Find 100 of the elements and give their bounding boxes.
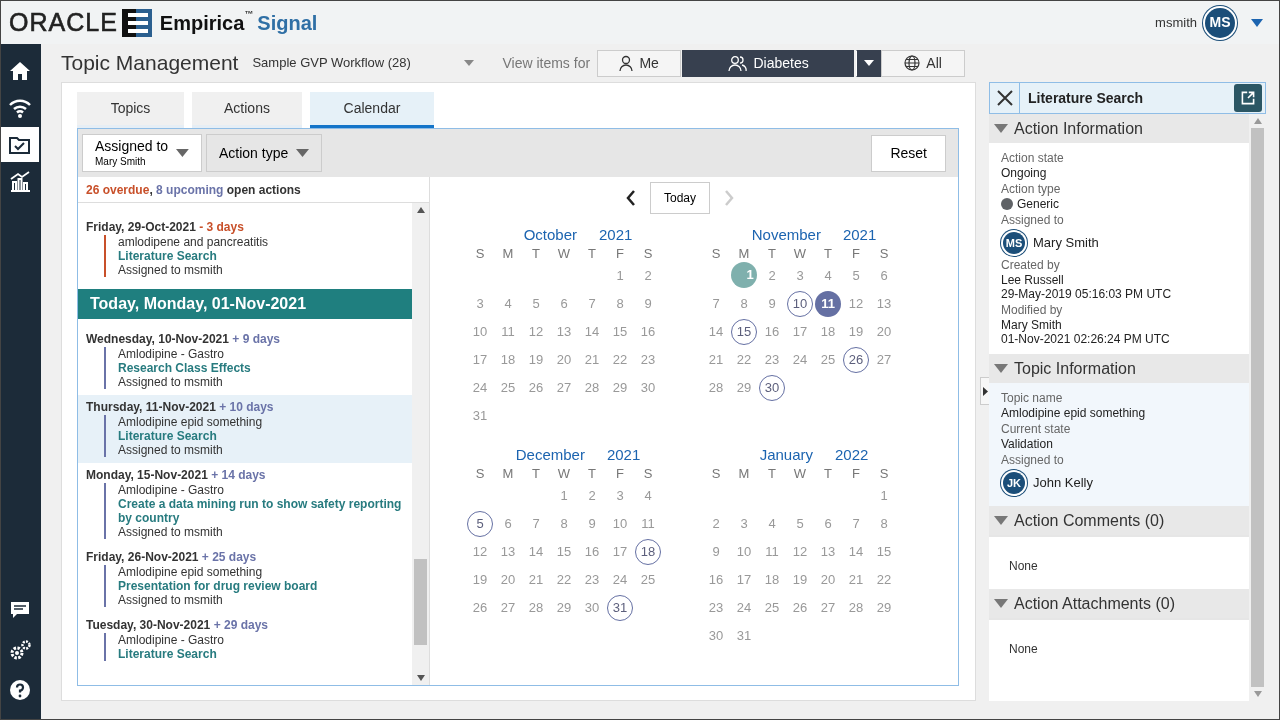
calendar-day[interactable]: 5 bbox=[787, 511, 813, 537]
calendar-day[interactable]: 25 bbox=[635, 567, 661, 593]
calendar-day[interactable]: 24 bbox=[787, 347, 813, 373]
calendar-day[interactable]: 19 bbox=[843, 319, 869, 345]
calendar-day[interactable]: 23 bbox=[759, 347, 785, 373]
calendar-day[interactable]: 27 bbox=[815, 595, 841, 621]
calendar-day[interactable]: 21 bbox=[523, 567, 549, 593]
calendar-day[interactable]: 3 bbox=[467, 291, 493, 317]
calendar-day[interactable]: 10 bbox=[607, 511, 633, 537]
calendar-day[interactable]: 4 bbox=[759, 511, 785, 537]
calendar-day[interactable]: 17 bbox=[607, 539, 633, 565]
tab[interactable]: Actions bbox=[192, 92, 302, 128]
calendar-day[interactable]: 10 bbox=[731, 539, 757, 565]
calendar-day[interactable]: 13 bbox=[871, 291, 897, 317]
calendar-day[interactable]: 17 bbox=[467, 347, 493, 373]
calendar-day[interactable]: 9 bbox=[579, 511, 605, 537]
event-action-link[interactable]: Literature Search bbox=[118, 249, 412, 263]
calendar-day[interactable]: 16 bbox=[579, 539, 605, 565]
tab[interactable]: Topics bbox=[77, 92, 184, 128]
calendar-day[interactable]: 9 bbox=[635, 291, 661, 317]
event-action-link[interactable]: Literature Search bbox=[118, 429, 412, 443]
calendar-day[interactable]: 28 bbox=[523, 595, 549, 621]
calendar-day[interactable]: 22 bbox=[731, 347, 757, 373]
calendar-day[interactable]: 6 bbox=[815, 511, 841, 537]
calendar-day[interactable]: 22 bbox=[871, 567, 897, 593]
calendar-day[interactable]: 16 bbox=[635, 319, 661, 345]
calendar-day[interactable]: 31 bbox=[467, 403, 493, 429]
calendar-day[interactable]: 12 bbox=[843, 291, 869, 317]
calendar-day[interactable]: 19 bbox=[787, 567, 813, 593]
reset-button[interactable]: Reset bbox=[871, 134, 946, 172]
calendar-day[interactable]: 24 bbox=[607, 567, 633, 593]
section-header[interactable]: Action Attachments (0) bbox=[989, 589, 1249, 618]
calendar-day[interactable]: 1 bbox=[871, 483, 897, 509]
user-name[interactable]: msmith bbox=[1155, 12, 1197, 33]
calendar-day[interactable]: 24 bbox=[731, 595, 757, 621]
calendar-day[interactable]: 27 bbox=[551, 375, 577, 401]
section-header[interactable]: Topic Information bbox=[989, 354, 1249, 383]
calendar-day[interactable]: 29 bbox=[607, 375, 633, 401]
calendar-day[interactable]: 21 bbox=[843, 567, 869, 593]
calendar-day[interactable]: 14 bbox=[843, 539, 869, 565]
dropdown-caret-button[interactable] bbox=[856, 49, 882, 77]
calendar-day[interactable]: 28 bbox=[579, 375, 605, 401]
calendar-day[interactable]: 24 bbox=[467, 375, 493, 401]
calendar-day[interactable]: 7 bbox=[579, 291, 605, 317]
calendar-day[interactable]: 6 bbox=[551, 291, 577, 317]
selected-event-row[interactable]: Thursday, 11-Nov-2021 + 10 days Amlodipine epid something Literature Search Assigned to msmith bbox=[78, 395, 412, 463]
calendar-day[interactable]: 30 bbox=[635, 375, 661, 401]
calendar-day[interactable]: 29 bbox=[551, 595, 577, 621]
calendar-day[interactable]: 5 bbox=[523, 291, 549, 317]
calendar-day[interactable]: 9 bbox=[703, 539, 729, 565]
calendar-day[interactable]: 11 bbox=[759, 539, 785, 565]
workflow-dropdown[interactable]: Sample GVP Workflow (28) bbox=[252, 53, 475, 73]
calendar-day[interactable]: 4 bbox=[635, 483, 661, 509]
calendar-day[interactable]: 13 bbox=[815, 539, 841, 565]
calendar-day[interactable]: 20 bbox=[815, 567, 841, 593]
folder-check-icon[interactable] bbox=[1, 127, 39, 162]
calendar-day[interactable]: 10 bbox=[467, 319, 493, 345]
calendar-day[interactable]: 28 bbox=[703, 375, 729, 401]
calendar-day[interactable]: 4 bbox=[815, 263, 841, 289]
scrollbar[interactable] bbox=[412, 203, 429, 685]
calendar-day[interactable]: 26 bbox=[787, 595, 813, 621]
calendar-day[interactable]: 25 bbox=[759, 595, 785, 621]
calendar-day[interactable]: 8 bbox=[871, 511, 897, 537]
marked-day[interactable]: 1 bbox=[731, 262, 757, 288]
caret-icon[interactable] bbox=[1251, 18, 1263, 27]
calendar-day[interactable]: 21 bbox=[703, 347, 729, 373]
calendar-day[interactable]: 20 bbox=[871, 319, 897, 345]
calendar-day[interactable]: 18 bbox=[495, 347, 521, 373]
view-option-button[interactable]: Diabetes bbox=[682, 49, 855, 77]
calendar-day[interactable]: 16 bbox=[759, 319, 785, 345]
calendar-day[interactable]: 20 bbox=[495, 567, 521, 593]
calendar-day[interactable]: 12 bbox=[523, 319, 549, 345]
calendar-day[interactable]: 27 bbox=[871, 347, 897, 373]
calendar-day[interactable]: 5 bbox=[843, 263, 869, 289]
calendar-day[interactable]: 14 bbox=[703, 319, 729, 345]
calendar-day[interactable]: 19 bbox=[467, 567, 493, 593]
event-action-link[interactable]: Create a data mining run to show safety reporting by country bbox=[118, 497, 412, 525]
calendar-day[interactable]: 3 bbox=[607, 483, 633, 509]
calendar-day[interactable]: 23 bbox=[703, 595, 729, 621]
calendar-day[interactable]: 15 bbox=[607, 319, 633, 345]
view-option-button[interactable]: All bbox=[881, 49, 966, 77]
calendar-day[interactable]: 9 bbox=[759, 291, 785, 317]
calendar-day[interactable]: 7 bbox=[523, 511, 549, 537]
calendar-day[interactable]: 25 bbox=[495, 375, 521, 401]
calendar-day[interactable]: 4 bbox=[495, 291, 521, 317]
calendar-day[interactable]: 2 bbox=[759, 263, 785, 289]
event-action-link[interactable]: Research Class Effects bbox=[118, 361, 412, 375]
event-action-link[interactable]: Literature Search bbox=[118, 647, 412, 661]
calendar-day[interactable]: 3 bbox=[731, 511, 757, 537]
calendar-day[interactable]: 11 bbox=[635, 511, 661, 537]
assigned-to-filter[interactable]: Assigned to Mary Smith bbox=[82, 134, 202, 172]
calendar-day[interactable]: 12 bbox=[467, 539, 493, 565]
calendar-day[interactable]: 23 bbox=[579, 567, 605, 593]
calendar-day[interactable]: 17 bbox=[787, 319, 813, 345]
calendar-day[interactable]: 22 bbox=[551, 567, 577, 593]
calendar-day[interactable]: 19 bbox=[523, 347, 549, 373]
calendar-day[interactable]: 14 bbox=[523, 539, 549, 565]
external-link-button[interactable] bbox=[1234, 84, 1262, 112]
calendar-day[interactable]: 27 bbox=[495, 595, 521, 621]
calendar-day[interactable]: 23 bbox=[635, 347, 661, 373]
